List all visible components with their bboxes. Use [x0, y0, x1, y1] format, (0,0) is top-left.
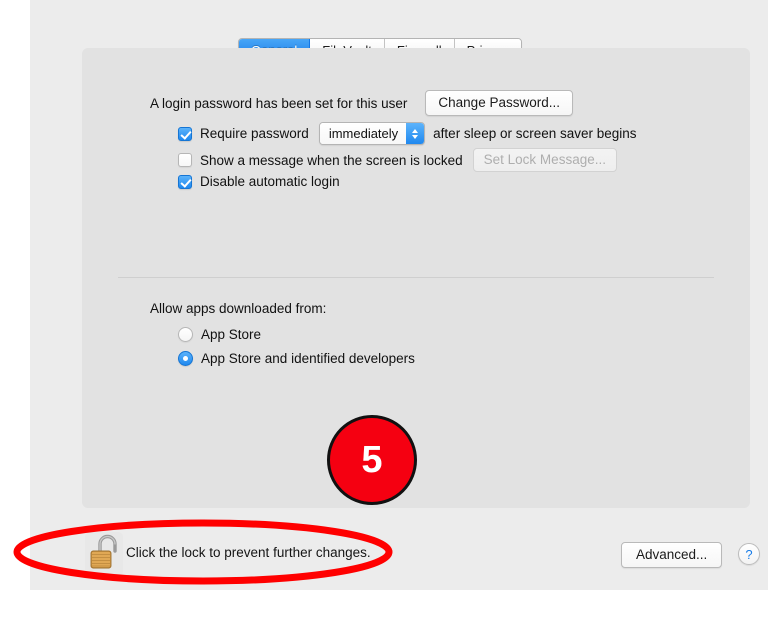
- change-password-button[interactable]: Change Password...: [425, 90, 573, 116]
- show-lock-message-row: Show a message when the screen is locked…: [178, 148, 617, 172]
- disable-automatic-login-checkbox[interactable]: [178, 174, 192, 189]
- open-padlock-icon[interactable]: [85, 532, 123, 576]
- set-lock-message-button[interactable]: Set Lock Message...: [472, 148, 617, 172]
- radio-app-store-identified-developers-label: App Store and identified developers: [201, 351, 415, 366]
- require-password-suffix-label: after sleep or screen saver begins: [433, 126, 637, 141]
- show-lock-message-label: Show a message when the screen is locked: [200, 152, 463, 168]
- login-password-row: A login password has been set for this u…: [150, 90, 573, 116]
- allow-apps-option-identified-developers[interactable]: App Store and identified developers: [178, 351, 415, 366]
- require-password-label: Require password: [200, 126, 309, 141]
- radio-app-store[interactable]: [178, 327, 193, 342]
- disable-automatic-login-label: Disable automatic login: [200, 174, 340, 189]
- advanced-button[interactable]: Advanced...: [621, 542, 723, 568]
- show-lock-message-checkbox[interactable]: [178, 153, 192, 167]
- require-password-interval-select[interactable]: immediately: [318, 122, 426, 145]
- require-password-interval-value: immediately: [319, 123, 407, 144]
- section-divider: [118, 277, 714, 278]
- chevron-updown-icon: [406, 123, 425, 144]
- lock-status-text: Click the lock to prevent further change…: [126, 545, 371, 560]
- security-privacy-window: General FileVault Firewall Privacy A log…: [30, 0, 768, 590]
- require-password-row: Require password immediately after sleep…: [178, 122, 637, 145]
- general-tab-panel: A login password has been set for this u…: [82, 48, 750, 508]
- help-button[interactable]: ?: [738, 543, 760, 565]
- require-password-checkbox[interactable]: [178, 126, 192, 141]
- disable-automatic-login-row: Disable automatic login: [178, 174, 340, 189]
- radio-app-store-label: App Store: [201, 327, 262, 342]
- allow-apps-heading: Allow apps downloaded from:: [150, 301, 327, 316]
- login-password-status-text: A login password has been set for this u…: [150, 95, 408, 111]
- step-number-badge: 5: [327, 415, 417, 505]
- allow-apps-option-app-store[interactable]: App Store: [178, 327, 261, 342]
- radio-app-store-identified-developers[interactable]: [178, 351, 193, 366]
